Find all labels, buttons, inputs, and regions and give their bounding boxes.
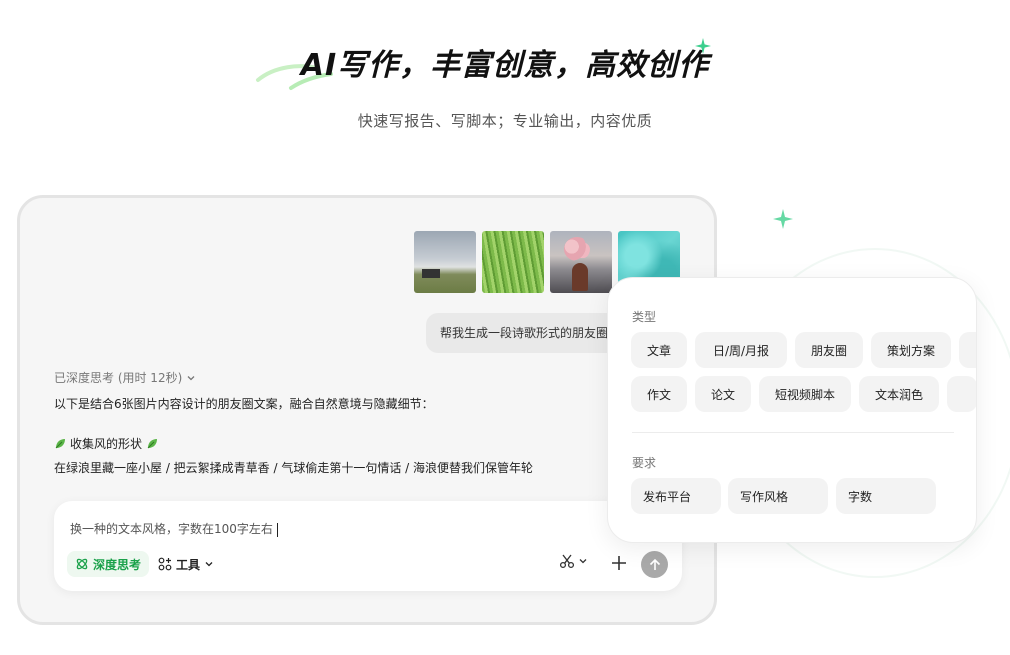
type-chip[interactable]: 作文 [631,376,687,412]
tools-dropdown[interactable]: 工具 [158,551,214,577]
sparkle-icon [773,209,793,229]
image-thumbnail-grass[interactable] [482,231,544,293]
image-thumbnail-balloons[interactable] [550,231,612,293]
section-divider [632,432,954,433]
type-section-label: 类型 [632,310,657,324]
type-chip[interactable]: 策划方案 [871,332,951,368]
writing-options-panel: 类型 文章 日/周/月报 朋友圈 策划方案 作文 论文 短视频脚本 文本润色 要… [607,277,977,543]
message-input[interactable]: 换一种的文本风格，字数在100字左右 [70,520,278,537]
chevron-down-icon [187,375,195,380]
type-chip-overflow[interactable] [959,332,976,368]
type-chip[interactable]: 文本润色 [859,376,939,412]
type-chip[interactable]: 日/周/月报 [695,332,787,368]
type-chip[interactable]: 论文 [695,376,751,412]
message-composer: 换一种的文本风格，字数在100字左右 深度思考 工具 [54,501,682,591]
requirement-chip[interactable]: 字数 [836,478,936,514]
thinking-status-toggle[interactable]: 已深度思考 (用时 12秒) [54,369,196,386]
type-chip-overflow[interactable] [947,376,976,412]
deep-think-button[interactable]: 深度思考 [67,551,150,577]
type-chip[interactable]: 朋友圈 [795,332,863,368]
arrow-up-icon [649,558,660,570]
type-chip[interactable]: 短视频脚本 [759,376,851,412]
image-thumbnail-house[interactable] [414,231,476,293]
scissors-icon [559,554,575,569]
requirement-section-label: 要求 [632,456,657,470]
plus-icon[interactable] [609,553,629,573]
leaf-icon [55,438,65,448]
thinking-status-label: 已深度思考 (用时 12秒) [54,371,183,385]
tools-grid-icon [158,557,172,571]
hero-title: AI写作，丰富创意，高效创作 [300,48,710,83]
atom-icon [76,558,88,570]
chevron-down-icon [579,559,587,564]
chevron-down-icon [205,562,213,567]
deep-think-label: 深度思考 [93,557,142,572]
requirement-chip[interactable]: 写作风格 [728,478,828,514]
answer-heading-row: 收集风的形状 [54,435,158,452]
answer-body: 在绿浪里藏一座小屋 / 把云絮揉成青草香 / 气球偷走第十一句情话 / 海浪便替… [54,461,534,475]
leaf-icon [147,438,158,448]
send-button[interactable] [641,551,668,578]
tools-label: 工具 [176,557,201,572]
sparkle-icon [695,38,711,54]
text-caret [276,522,278,537]
answer-intro: 以下是结合6张图片内容设计的朋友圈文案，融合自然意境与隐藏细节： [54,397,434,411]
message-input-text: 换一种的文本风格，字数在100字左右 [70,522,273,536]
hero-subtitle: 快速写报告、写脚本；专业输出，内容优质 [357,112,653,130]
scissors-dropdown[interactable] [559,553,588,569]
requirement-chip[interactable]: 发布平台 [631,478,721,514]
type-chip[interactable]: 文章 [631,332,687,368]
answer-heading: 收集风的形状 [70,437,143,451]
